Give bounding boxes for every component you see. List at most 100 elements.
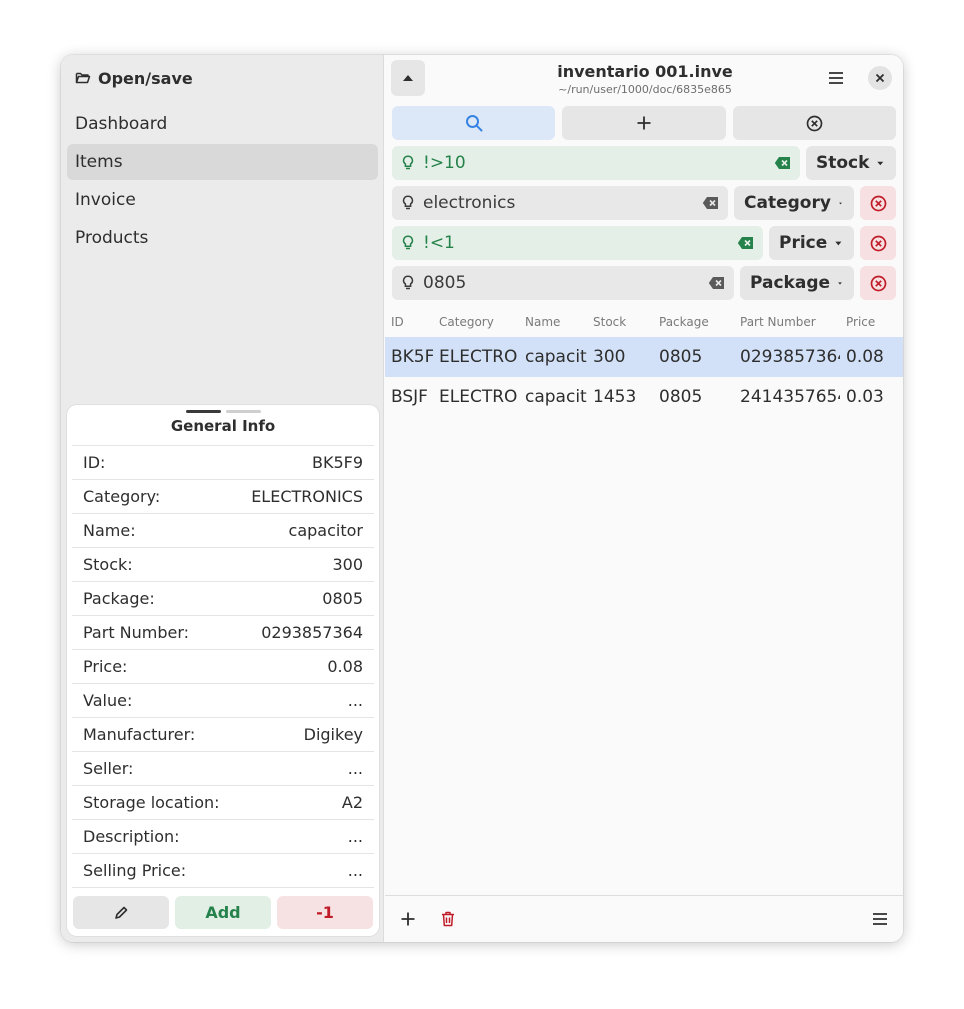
table-cell: 0.08 — [846, 347, 884, 367]
info-title: General Info — [170, 417, 276, 435]
triangle-up-icon — [403, 75, 413, 81]
clear-text-icon[interactable] — [708, 276, 726, 290]
clear-text-icon[interactable] — [774, 156, 792, 170]
clear-text-icon[interactable] — [737, 236, 755, 250]
info-label: Selling Price: — [83, 861, 187, 880]
info-label: Value: — [83, 691, 133, 710]
page-indicator-dot[interactable] — [225, 410, 261, 413]
close-button[interactable] — [868, 66, 892, 90]
info-row-part-number: Part Number: 0293857364 — [72, 616, 374, 650]
column-header-price[interactable]: Price — [840, 315, 903, 329]
info-row-value: Value:... — [72, 684, 374, 718]
plus-icon — [637, 116, 651, 130]
table-header: ID Category Name Stock Package Part Numb… — [385, 307, 903, 337]
filter-input[interactable]: !>10 — [392, 146, 800, 180]
column-header-name[interactable]: Name — [519, 315, 587, 329]
info-label: Name: — [83, 521, 136, 540]
lightbulb-icon — [402, 235, 414, 250]
app-window: Open/save Dashboard Items Invoice Produc… — [61, 55, 903, 942]
sidebar-item-label: Items — [75, 152, 123, 172]
column-header-part-number[interactable]: Part Number — [734, 315, 840, 329]
delete-item-button[interactable] — [437, 908, 459, 930]
info-value: 0293857364 — [261, 623, 363, 642]
window-title: inventario 001.inve — [557, 62, 733, 81]
field-dropdown-label: Stock — [816, 153, 870, 173]
table-cell: BSJF — [391, 387, 428, 407]
circle-x-icon — [806, 115, 823, 131]
chevron-down-icon — [838, 281, 842, 285]
circle-x-icon — [870, 195, 886, 211]
filter-text: !<1 — [423, 233, 455, 253]
open-save-button[interactable]: Open/save — [75, 67, 193, 89]
field-dropdown[interactable]: Category — [734, 186, 854, 220]
info-value: ... — [347, 861, 363, 880]
sidebar-item-dashboard[interactable]: Dashboard — [67, 106, 378, 142]
filter-row: !<1 Price — [392, 226, 896, 260]
info-value: A2 — [341, 793, 363, 812]
column-header-category[interactable]: Category — [433, 315, 519, 329]
table-cell: 1453 — [593, 387, 637, 407]
filter-text: electronics — [423, 193, 516, 213]
search-toggle-button[interactable] — [392, 106, 556, 140]
lightbulb-icon — [402, 275, 414, 290]
info-row-description: Description:... — [72, 820, 374, 854]
sidebar-item-label: Products — [75, 228, 149, 248]
filter-row: 0805 Package — [392, 266, 896, 300]
info-value: 0805 — [322, 589, 363, 608]
column-header-package[interactable]: Package — [653, 315, 734, 329]
info-row-stock: Stock: 300 — [72, 548, 374, 582]
main-menu-button[interactable] — [824, 66, 848, 90]
info-label: Package: — [83, 589, 155, 608]
info-label: Part Number: — [83, 623, 190, 642]
remove-filter-button[interactable] — [860, 266, 896, 300]
filter-input[interactable]: !<1 — [392, 226, 763, 260]
field-dropdown-label: Price — [779, 233, 828, 253]
remove-filter-button[interactable] — [860, 186, 896, 220]
main-content: inventario 001.inve ~/run/user/1000/doc/… — [385, 55, 903, 942]
column-header-stock[interactable]: Stock — [587, 315, 653, 329]
add-item-button[interactable] — [397, 908, 419, 930]
sidebar-item-invoice[interactable]: Invoice — [67, 182, 378, 218]
page-indicator[interactable] — [67, 410, 379, 413]
table-cell: capacitor — [525, 387, 587, 407]
filter-input[interactable]: 0805 — [392, 266, 734, 300]
sidebar-nav: Dashboard Items Invoice Products — [67, 106, 378, 258]
filter-input[interactable]: electronics — [392, 186, 728, 220]
info-card: General Info ID: BK5F9 Category: ELECTRONI… — [67, 405, 379, 936]
edit-button[interactable] — [73, 896, 169, 929]
info-value: capacitor — [288, 521, 363, 540]
table-row[interactable]: BK5F9 ELECTRONICS capacitor 300 0805 029… — [385, 337, 903, 377]
collapse-button[interactable] — [391, 60, 425, 96]
page-indicator-dot-active[interactable] — [185, 410, 221, 413]
chevron-down-icon — [835, 241, 842, 245]
sidebar-item-products[interactable]: Products — [67, 220, 378, 256]
info-row-name: Name: capacitor — [72, 514, 374, 548]
field-dropdown[interactable]: Stock — [806, 146, 896, 180]
add-filter-button[interactable] — [562, 106, 726, 140]
chevron-down-icon — [839, 202, 842, 204]
column-header-id[interactable]: ID — [385, 315, 433, 329]
clear-filters-button[interactable] — [732, 106, 896, 140]
hamburger-icon — [873, 913, 887, 925]
plus-icon — [401, 912, 415, 926]
info-value: ... — [347, 759, 363, 778]
info-row-manufacturer: Manufacturer: Digikey — [72, 718, 374, 752]
decrement-stock-button[interactable]: -1 — [277, 896, 373, 929]
sidebar-item-items[interactable]: Items — [67, 144, 378, 180]
info-row-id: ID: BK5F9 — [72, 446, 374, 480]
field-dropdown[interactable]: Price — [769, 226, 854, 260]
filter-row: !>10 Stock — [392, 146, 896, 180]
add-stock-button[interactable]: Add — [175, 896, 271, 929]
search-icon — [465, 115, 483, 132]
table-row[interactable]: BSJF ELECTRONICS capacitor 1453 0805 241… — [385, 377, 903, 417]
circle-x-icon — [870, 275, 886, 291]
remove-filter-button[interactable] — [860, 226, 896, 260]
clear-text-icon[interactable] — [702, 196, 720, 210]
table-cell: BK5F9 — [391, 347, 433, 367]
toolbar — [392, 106, 896, 140]
info-value: BK5F9 — [311, 453, 363, 472]
table-menu-button[interactable] — [869, 908, 891, 930]
field-dropdown[interactable]: Package — [740, 266, 854, 300]
info-label: Category: — [83, 487, 161, 506]
window-subtitle: ~/run/user/1000/doc/6835e865 — [558, 83, 732, 96]
